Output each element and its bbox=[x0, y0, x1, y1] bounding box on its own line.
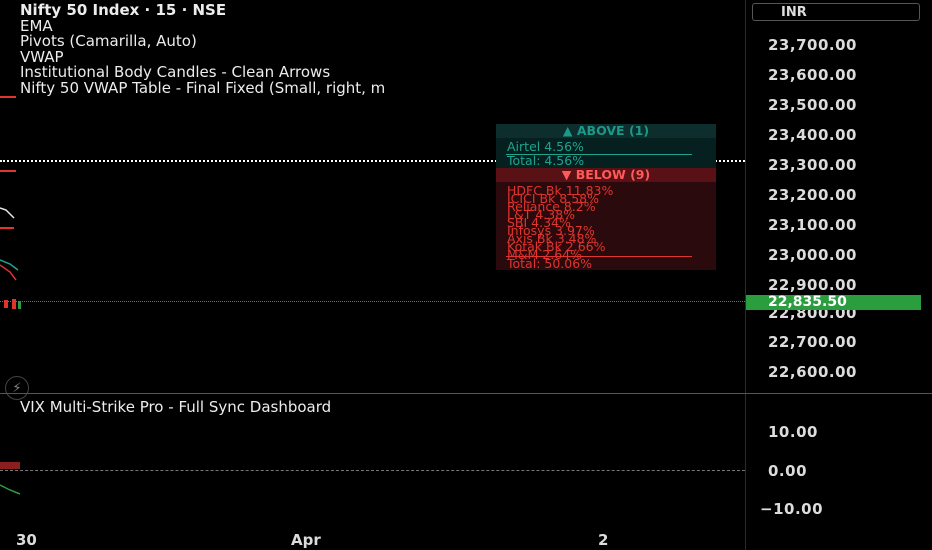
price-tick: 22,900.00 bbox=[768, 276, 857, 294]
vix-bar bbox=[0, 462, 20, 469]
pane-divider[interactable] bbox=[0, 393, 932, 394]
above-row: Airtel 4.56% bbox=[507, 139, 584, 154]
below-total: Total: 50.06% bbox=[507, 256, 593, 271]
below-header: ▼ BELOW (9) bbox=[496, 168, 716, 182]
ema-line bbox=[0, 207, 15, 219]
above-header: ▲ ABOVE (1) bbox=[496, 124, 716, 138]
study-vwap-table[interactable]: Nifty 50 VWAP Table - Final Fixed (Small… bbox=[20, 80, 385, 97]
vix-study-title[interactable]: VIX Multi-Strike Pro - Full Sync Dashboa… bbox=[20, 398, 331, 416]
vix-line bbox=[0, 484, 21, 495]
candle bbox=[12, 299, 16, 309]
vix-tick: 0.00 bbox=[768, 462, 808, 480]
vwap-table: ▲ ABOVE (1) Airtel 4.56% Total: 4.56% ▼ … bbox=[496, 124, 716, 270]
above-total: Total: 4.56% bbox=[507, 153, 585, 168]
time-label: 2 bbox=[598, 531, 609, 549]
price-tick: 23,600.00 bbox=[768, 66, 857, 84]
candle bbox=[4, 300, 8, 308]
below-section: HDFC Bk 11.83% ICICI Bk 8.58% Reliance 8… bbox=[496, 182, 716, 270]
last-price-line bbox=[0, 301, 745, 302]
price-tick: 23,100.00 bbox=[768, 216, 857, 234]
currency-button[interactable]: INR bbox=[752, 3, 920, 21]
price-tick: 23,200.00 bbox=[768, 186, 857, 204]
price-series-fragments bbox=[0, 96, 21, 495]
vix-tick: −10.00 bbox=[760, 500, 824, 518]
price-tick: 22,600.00 bbox=[768, 363, 857, 381]
price-tick: 23,700.00 bbox=[768, 36, 857, 54]
lightning-icon[interactable]: ⚡ bbox=[5, 376, 29, 400]
price-tick: 23,400.00 bbox=[768, 126, 857, 144]
current-price-label: 22,835.50 bbox=[746, 295, 921, 310]
above-section: Airtel 4.56% Total: 4.56% bbox=[496, 138, 716, 168]
price-tick: 22,700.00 bbox=[768, 333, 857, 351]
price-tick: 23,500.00 bbox=[768, 96, 857, 114]
time-label: Apr bbox=[291, 531, 321, 549]
price-tick: 23,000.00 bbox=[768, 246, 857, 264]
vix-tick: 10.00 bbox=[768, 423, 818, 441]
vwap-line bbox=[0, 259, 19, 271]
time-label: 30 bbox=[16, 531, 37, 549]
vix-zero-line bbox=[0, 470, 745, 471]
price-tick: 23,300.00 bbox=[768, 156, 857, 174]
chart-legend: Nifty 50 Index · 15 · NSE EMA Pivots (Ca… bbox=[20, 2, 385, 97]
study-pivots[interactable]: Pivots (Camarilla, Auto) bbox=[20, 33, 385, 50]
candle bbox=[18, 301, 21, 309]
symbol-title[interactable]: Nifty 50 Index · 15 · NSE bbox=[20, 2, 385, 19]
